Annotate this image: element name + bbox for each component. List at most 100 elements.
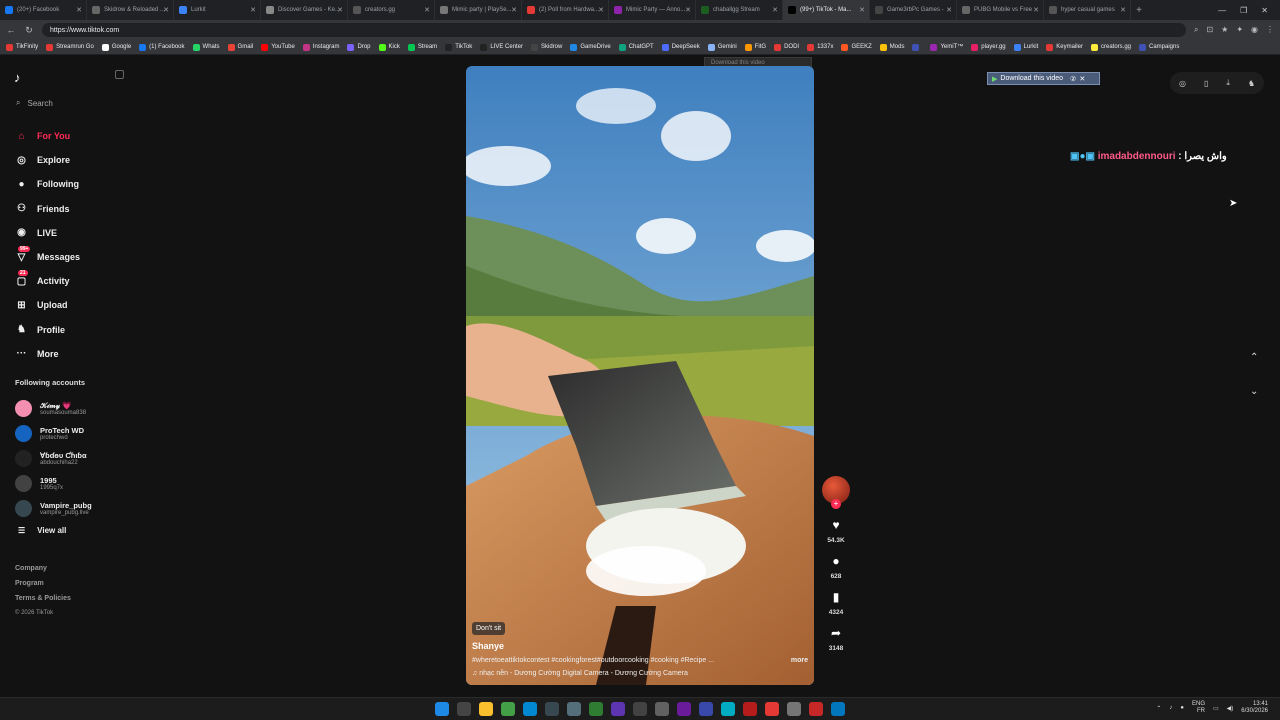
more-button[interactable]: more — [791, 657, 808, 664]
bookmark-item[interactable] — [912, 43, 922, 51]
browser-tab[interactable]: Discover Games - Ke... ✕ — [261, 0, 348, 20]
video-author[interactable]: Shanye — [472, 641, 808, 651]
back-icon[interactable]: ← — [6, 25, 16, 35]
video-player[interactable]: Don't sit Shanye #wheretoeattiktokcontes… — [466, 66, 814, 685]
bookmark-item[interactable]: Gmail — [227, 43, 253, 51]
bookmark-item[interactable]: GameDrive — [570, 43, 611, 51]
user-avatar-icon[interactable]: ♞ — [1248, 79, 1255, 88]
bookmark-item[interactable]: YemiT™ — [930, 43, 963, 51]
bookmark-item[interactable]: Drop — [347, 43, 371, 51]
sidebar-item-more[interactable]: ··· More — [15, 342, 80, 366]
tab-close-icon[interactable]: ✕ — [337, 6, 343, 14]
sidebar-item-upload[interactable]: ⊞ Upload — [15, 293, 80, 317]
browser-tab[interactable]: Game3rbPc Games - ✕ — [870, 0, 957, 20]
sidebar-item-messages[interactable]: ▽ 99+ Messages — [15, 245, 80, 269]
footer-link-program[interactable]: Program — [15, 576, 71, 591]
tab-close-icon[interactable]: ✕ — [250, 6, 256, 14]
browser-tab[interactable]: Mimic party | PlaySe... ✕ — [435, 0, 522, 20]
obs-icon[interactable] — [743, 702, 757, 716]
close-icon[interactable]: ✕ — [1079, 75, 1085, 83]
tab-close-icon[interactable]: ✕ — [511, 6, 517, 14]
minimize-icon[interactable]: — — [1218, 6, 1226, 15]
comment-button[interactable]: ● 628 — [822, 554, 850, 580]
speaker-icon[interactable]: ♪ — [1169, 705, 1172, 711]
bookmark-item[interactable]: Campaigns — [1139, 43, 1179, 51]
video-hashtags[interactable]: #wheretoeattiktokcontest #cookingforest#… — [472, 657, 714, 664]
taskbar-app-icon[interactable] — [699, 702, 713, 716]
taskbar-app-icon[interactable] — [831, 702, 845, 716]
footer-link-company[interactable]: Company — [15, 561, 71, 576]
footer-link-terms[interactable]: Terms & Policies — [15, 591, 71, 606]
new-tab-button[interactable]: + — [1131, 5, 1147, 16]
chrome-icon[interactable] — [809, 702, 823, 716]
sidebar-item-explore[interactable]: ◎ Explore — [15, 148, 80, 172]
taskbar-app-icon[interactable] — [677, 702, 691, 716]
bookmark-item[interactable]: Instagram — [302, 43, 339, 51]
bookmark-item[interactable]: 1337x — [807, 43, 833, 51]
creator-avatar[interactable]: + — [822, 476, 850, 509]
previous-video-icon[interactable]: ⌃ — [1250, 352, 1258, 363]
bookmark-item[interactable]: DeepSeek — [661, 43, 700, 51]
tab-close-icon[interactable]: ✕ — [1120, 6, 1126, 14]
save-button[interactable]: ▮ 4324 — [822, 590, 850, 616]
taskbar-search-icon[interactable] — [457, 702, 471, 716]
sidebar-item-following[interactable]: ● Following — [15, 172, 80, 196]
monitor-icon[interactable]: ▭ — [1213, 705, 1219, 712]
bookmark-item[interactable]: player.gg — [971, 43, 1006, 51]
bookmark-item[interactable]: creators.gg — [1090, 43, 1131, 51]
bookmark-item[interactable]: ChatGPT — [618, 43, 654, 51]
mic-icon[interactable]: ● — [1180, 705, 1184, 711]
sidebar-item-profile[interactable]: ♞ Profile — [15, 318, 80, 342]
taskbar-app-icon[interactable] — [501, 702, 515, 716]
start-icon[interactable] — [435, 702, 449, 716]
taskbar-app-icon[interactable] — [765, 702, 779, 716]
bookmark-item[interactable]: FitG — [744, 43, 766, 51]
bookmark-item[interactable]: TikFinity — [6, 43, 38, 51]
browser-tab[interactable]: creators.gg ✕ — [348, 0, 435, 20]
taskbar-app-icon[interactable] — [787, 702, 801, 716]
browser-tab[interactable]: PUBG Mobile vs Free ✕ — [957, 0, 1044, 20]
device-icon[interactable]: ▯ — [1204, 79, 1208, 88]
bookmark-item[interactable]: GEEKZ — [841, 43, 872, 51]
download-icon[interactable]: ⤓ — [1226, 78, 1230, 88]
tab-close-icon[interactable]: ✕ — [76, 6, 82, 14]
bookmark-item[interactable]: Gemini — [707, 43, 737, 51]
browser-tab[interactable]: (2) Poll from Hardwa... ✕ — [522, 0, 609, 20]
tab-close-icon[interactable]: ✕ — [424, 6, 430, 14]
tab-close-icon[interactable]: ✕ — [1033, 6, 1039, 14]
following-account[interactable]: Vampire_pubg vampire_pubg.live — [15, 496, 92, 521]
edge-icon[interactable] — [523, 702, 537, 716]
coin-icon[interactable]: ◎ — [1179, 79, 1186, 88]
url-field[interactable]: https://www.tiktok.com — [42, 23, 1186, 37]
video-tag-badge[interactable]: Don't sit — [472, 622, 506, 635]
tab-close-icon[interactable]: ✕ — [685, 6, 691, 14]
bookmark-item[interactable]: Skidrow — [531, 43, 562, 51]
discord-icon[interactable] — [611, 702, 625, 716]
language-indicator[interactable]: ENG FR — [1192, 701, 1205, 715]
following-account[interactable]: ProTech WD protechwd — [15, 421, 92, 446]
video-music[interactable]: ♫ nhạc nền - Dương Cường Digital Camera … — [472, 670, 808, 677]
tab-close-icon[interactable]: ✕ — [163, 6, 169, 14]
browser-tab[interactable]: Skidrow & Reloaded ... ✕ — [87, 0, 174, 20]
close-window-icon[interactable]: ✕ — [1261, 6, 1268, 15]
browser-tab[interactable]: hyper casual games ✕ — [1044, 0, 1131, 20]
share-button[interactable]: ➦ 3148 — [822, 626, 850, 652]
bookmark-item[interactable]: DODI — [774, 43, 799, 51]
tray-chevron-icon[interactable]: ⌃ — [1156, 705, 1161, 712]
taskbar-app-icon[interactable] — [633, 702, 647, 716]
clock[interactable]: 13:41 6/30/2026 — [1241, 701, 1268, 715]
tab-close-icon[interactable]: ✕ — [772, 6, 778, 14]
bookmark-item[interactable]: (1) Facebook — [139, 43, 185, 51]
tab-close-icon[interactable]: ✕ — [946, 6, 952, 14]
bookmark-item[interactable]: Google — [101, 43, 131, 51]
bookmark-item[interactable]: Lurkit — [1013, 43, 1038, 51]
bookmark-item[interactable]: YouTube — [261, 43, 295, 51]
bookmark-item[interactable]: Mods — [879, 43, 904, 51]
bookmark-item[interactable]: Stream — [407, 43, 437, 51]
next-video-icon[interactable]: ⌄ — [1250, 386, 1258, 397]
install-icon[interactable]: ⊡ — [1206, 25, 1213, 35]
reload-icon[interactable]: ↻ — [24, 25, 34, 36]
browser-tab[interactable]: chaballgg Stream ✕ — [696, 0, 783, 20]
bookmark-item[interactable]: LIVE Center — [480, 43, 523, 51]
tiktok-logo-icon[interactable]: ♪ — [14, 70, 21, 85]
